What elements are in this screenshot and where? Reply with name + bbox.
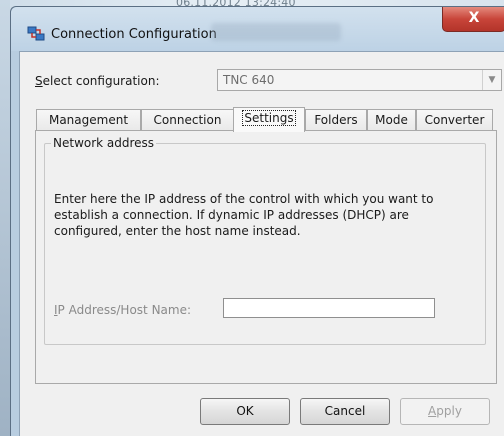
- background-strip: [0, 0, 10, 436]
- tab-settings-label: Settings: [242, 110, 296, 126]
- ip-address-label: IP Address/Host Name:: [54, 303, 191, 317]
- apply-button[interactable]: Apply: [400, 398, 490, 425]
- title-bar[interactable]: Connection Configuration X: [11, 7, 504, 51]
- ok-button-label: OK: [236, 404, 254, 418]
- window-title: Connection Configuration: [51, 27, 217, 42]
- cancel-button-label: Cancel: [324, 404, 366, 418]
- tab-converter[interactable]: Converter: [416, 109, 493, 131]
- ip-address-input[interactable]: [223, 298, 435, 318]
- settings-tab-panel: Network address Enter here the IP addres…: [35, 130, 497, 384]
- close-button[interactable]: X: [442, 7, 504, 32]
- tab-connection-label: Connection: [153, 113, 222, 127]
- chevron-down-icon[interactable]: ▼: [482, 70, 501, 90]
- network-address-description: Enter here the IP address of the control…: [54, 192, 434, 238]
- tab-strip: Management Connection Settings Folders M…: [36, 107, 504, 132]
- title-bar-glass: [211, 23, 341, 41]
- tab-settings[interactable]: Settings: [233, 107, 305, 132]
- network-address-group: Network address Enter here the IP addres…: [44, 136, 486, 345]
- tab-converter-label: Converter: [424, 113, 485, 127]
- select-configuration-label-text: elect configuration:: [42, 74, 160, 88]
- ip-address-label-text: P Address/Host Name:: [57, 303, 192, 317]
- tab-mode[interactable]: Mode: [367, 109, 416, 131]
- connection-configuration-dialog: Connection Configuration X Select config…: [10, 6, 504, 436]
- apply-button-label: pply: [436, 404, 462, 418]
- network-connection-icon: [27, 26, 45, 42]
- tab-management[interactable]: Management: [36, 109, 141, 131]
- close-icon: X: [468, 10, 480, 26]
- select-configuration-label: Select configuration:: [35, 74, 159, 88]
- tab-folders-label: Folders: [314, 113, 358, 127]
- tab-mode-label: Mode: [375, 113, 408, 127]
- cancel-button[interactable]: Cancel: [300, 398, 390, 425]
- select-configuration-hotkey: S: [35, 74, 43, 88]
- tab-management-label: Management: [48, 113, 129, 127]
- configuration-dropdown-value: TNC 640: [223, 73, 275, 87]
- dialog-client-area: Select configuration: TNC 640 ▼ Manageme…: [19, 51, 504, 436]
- network-address-group-title: Network address: [51, 136, 157, 150]
- ok-button[interactable]: OK: [200, 398, 290, 425]
- configuration-dropdown[interactable]: TNC 640 ▼: [217, 69, 502, 91]
- tab-connection[interactable]: Connection: [141, 109, 234, 131]
- tab-folders[interactable]: Folders: [305, 109, 367, 131]
